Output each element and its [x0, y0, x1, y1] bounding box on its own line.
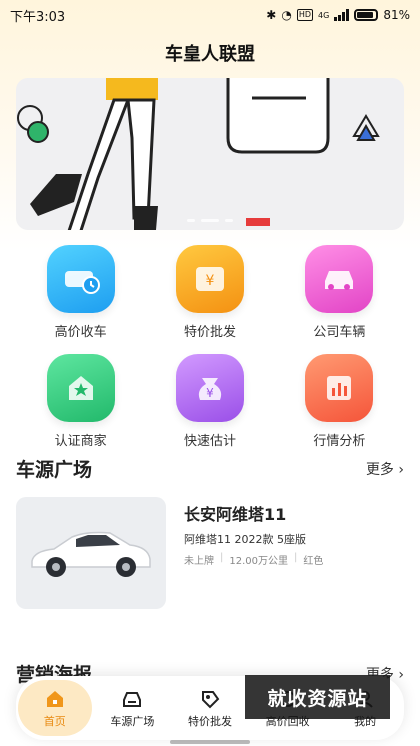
section-title-car-source: 车源广场 — [16, 459, 93, 481]
banner-dot[interactable] — [187, 219, 195, 222]
car-source-more-link[interactable]: 更多 › — [366, 459, 404, 479]
car-listing-card[interactable]: 长安阿维塔11 阿维塔11 2022款 5座版 未上牌 | 12.00万公里 |… — [16, 497, 404, 609]
home-icon — [46, 690, 63, 707]
car-tag-color: 红色 — [303, 556, 324, 567]
car-tag-mileage: 12.00万公里 — [229, 556, 289, 567]
home-indicator — [170, 740, 250, 744]
quick-action-market-analysis[interactable]: 行情分析 — [275, 354, 404, 449]
hd-badge: HD — [296, 9, 314, 21]
car-tags: 未上牌 | 12.00万公里 | 红色 — [184, 552, 324, 567]
battery-icon — [354, 9, 379, 21]
car-model: 阿维塔11 2022款 5座版 — [184, 533, 306, 546]
car-image — [31, 531, 151, 577]
car-name: 长安阿维塔11 — [184, 505, 287, 524]
quick-action-label: 特价批发 — [183, 325, 236, 340]
promo-banner[interactable] — [16, 78, 404, 230]
bluetooth-icon: ✱ — [266, 8, 277, 22]
car-info: 长安阿维塔11 阿维塔11 2022款 5座版 未上牌 | 12.00万公里 |… — [184, 497, 323, 609]
car-source-icon — [123, 691, 142, 707]
status-icons: ✱ ◔ HD 4G 81% — [266, 8, 410, 22]
tag-icon — [201, 690, 220, 708]
money-bag-icon: ¥ — [175, 354, 244, 422]
ticket-icon: ¥ — [175, 245, 244, 313]
banner-dot[interactable] — [225, 219, 233, 222]
quick-action-buy-car[interactable]: 高价收车 — [16, 245, 145, 340]
car-buy-icon — [46, 245, 115, 313]
nav-label: 特价批发 — [187, 714, 232, 728]
status-time: 下午3:03 — [10, 9, 66, 25]
svg-text:¥: ¥ — [206, 273, 215, 289]
nav-label: 车源广场 — [110, 714, 155, 728]
nav-home[interactable]: 首页 — [17, 680, 92, 736]
nav-wholesale[interactable]: 特价批发 — [173, 680, 247, 736]
alarm-icon: ◔ — [281, 8, 292, 22]
page-title: 车皇人联盟 — [165, 44, 255, 65]
quick-actions-grid: 高价收车 ¥ 特价批发 公司车辆 认证商家 ¥ 快速估计 行情分析 — [16, 245, 404, 449]
banner-pagination — [16, 219, 404, 222]
banner-illustration — [17, 78, 380, 230]
car-icon — [305, 245, 374, 313]
chevron-right-icon: › — [393, 462, 404, 478]
more-label: 更多 — [365, 462, 394, 478]
quick-action-verified-dealer[interactable]: 认证商家 — [16, 354, 145, 449]
car-tag-plate: 未上牌 — [184, 556, 214, 567]
quick-action-label: 认证商家 — [54, 434, 107, 449]
quick-action-company-cars[interactable]: 公司车辆 — [275, 245, 404, 340]
quick-action-label: 高价收车 — [54, 325, 107, 340]
watermark: 就收资源站 — [245, 675, 390, 719]
network-label: 4G — [318, 10, 330, 20]
quick-action-quick-estimate[interactable]: ¥ 快速估计 — [145, 354, 274, 449]
car-thumbnail — [16, 497, 166, 609]
signal-icon — [334, 9, 350, 21]
nav-label: 首页 — [43, 714, 66, 728]
battery-level: 81% — [383, 8, 410, 22]
status-bar: 下午3:03 ✱ ◔ HD 4G 81% — [0, 0, 420, 30]
quick-action-label: 公司车辆 — [313, 325, 366, 340]
chevron-right-icon: › — [393, 667, 404, 683]
quick-action-wholesale[interactable]: ¥ 特价批发 — [145, 245, 274, 340]
banner-dot-active[interactable] — [201, 219, 219, 222]
quick-action-label: 行情分析 — [313, 434, 366, 449]
svg-text:¥: ¥ — [206, 386, 214, 400]
shop-star-icon — [46, 354, 115, 422]
nav-car-source[interactable]: 车源广场 — [95, 680, 169, 736]
quick-action-label: 快速估计 — [183, 434, 236, 449]
chart-icon — [305, 354, 374, 422]
